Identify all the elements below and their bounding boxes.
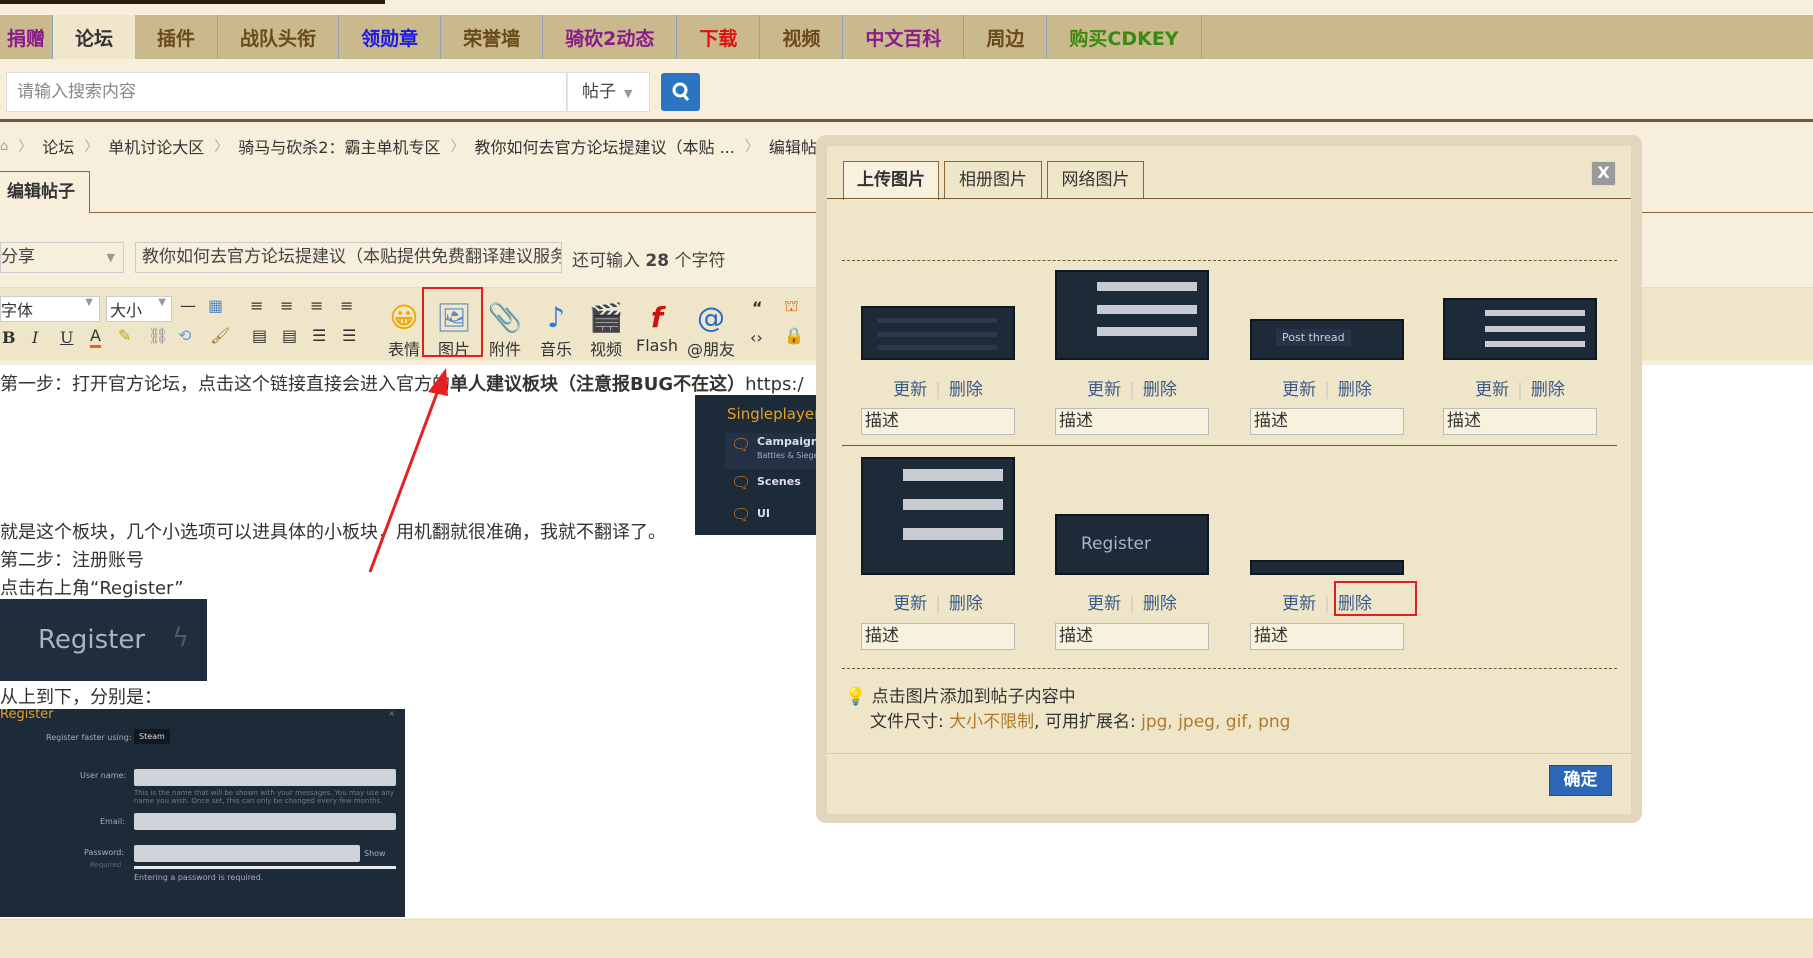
tab-web-image[interactable]: 网络图片 bbox=[1047, 161, 1144, 199]
update-link[interactable]: 更新 bbox=[1475, 380, 1509, 400]
update-link[interactable]: 更新 bbox=[1087, 380, 1121, 400]
image-thumbnail[interactable] bbox=[1055, 270, 1209, 360]
delete-link[interactable]: 删除 bbox=[1143, 594, 1177, 614]
description-input[interactable]: 描述 bbox=[1250, 408, 1404, 435]
delete-link[interactable]: 删除 bbox=[1143, 380, 1177, 400]
update-link[interactable]: 更新 bbox=[1282, 594, 1316, 614]
description-input[interactable]: 描述 bbox=[1055, 623, 1209, 650]
description-input[interactable]: 描述 bbox=[1055, 408, 1209, 435]
description-input[interactable]: 描述 bbox=[861, 408, 1015, 435]
image-thumbnail[interactable]: Post thread bbox=[1250, 319, 1404, 360]
tab-album-image[interactable]: 相册图片 bbox=[944, 161, 1042, 199]
image-thumbnail[interactable] bbox=[861, 306, 1015, 360]
tip: 💡 点击图片添加到帖子内容中 bbox=[845, 687, 1076, 707]
confirm-button[interactable]: 确定 bbox=[1549, 765, 1612, 796]
divider bbox=[827, 198, 1631, 199]
delete-link[interactable]: 删除 bbox=[949, 594, 983, 614]
divider bbox=[827, 753, 1631, 754]
delete-link[interactable]: 删除 bbox=[1338, 380, 1372, 400]
tab-upload-image[interactable]: 上传图片 bbox=[843, 161, 939, 200]
image-thumbnail[interactable] bbox=[1250, 560, 1404, 575]
delete-link[interactable]: 删除 bbox=[949, 380, 983, 400]
red-arrow-icon bbox=[368, 368, 448, 573]
highlight-box bbox=[1334, 581, 1417, 616]
divider bbox=[842, 668, 1617, 669]
image-thumbnail[interactable]: Register bbox=[1055, 514, 1209, 575]
divider bbox=[842, 260, 1617, 261]
divider bbox=[842, 445, 1617, 446]
description-input[interactable]: 描述 bbox=[861, 623, 1015, 650]
description-input[interactable]: 描述 bbox=[1250, 623, 1404, 650]
lightbulb-icon: 💡 bbox=[845, 687, 867, 707]
close-button[interactable]: X bbox=[1591, 161, 1616, 186]
file-info: 文件尺寸: 大小不限制, 可用扩展名: jpg, jpeg, gif, png bbox=[870, 712, 1291, 732]
delete-link[interactable]: 删除 bbox=[1531, 380, 1565, 400]
description-input[interactable]: 描述 bbox=[1443, 408, 1597, 435]
image-thumbnail[interactable] bbox=[1443, 298, 1597, 360]
update-link[interactable]: 更新 bbox=[1282, 380, 1316, 400]
update-link[interactable]: 更新 bbox=[1087, 594, 1121, 614]
image-thumbnail[interactable] bbox=[861, 457, 1015, 575]
update-link[interactable]: 更新 bbox=[893, 380, 927, 400]
update-link[interactable]: 更新 bbox=[893, 594, 927, 614]
